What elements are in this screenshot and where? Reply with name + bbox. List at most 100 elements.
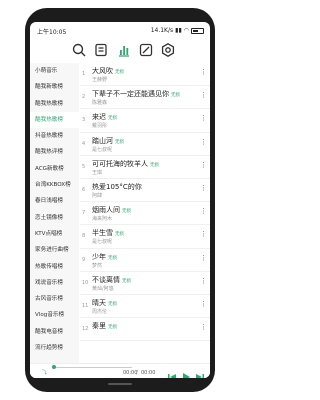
sidebar-item[interactable]: 热歌传唱榜 — [30, 259, 79, 275]
song-title-line: 下辈子不一定还能遇见你 无损 — [92, 89, 180, 99]
song-index: 3 — [82, 117, 86, 124]
song-title-line: 半生雪 无损 — [92, 228, 124, 238]
song-title-line: 可可托海的牧羊人 无损 — [92, 159, 159, 169]
song-title: 下辈子不一定还能遇见你 — [92, 90, 169, 99]
status-time: 上午10:05 — [37, 29, 67, 36]
wifi-icon: ◠ — [183, 26, 189, 34]
more-vertical-icon[interactable]: ⋮ — [200, 138, 207, 146]
song-row[interactable]: 10 不谈离情 无损 黄灿/阿悠 ⋮ — [80, 272, 210, 295]
settings-toggle-icon[interactable] — [138, 42, 154, 58]
sidebar-item[interactable]: 小萌音乐 — [30, 63, 79, 79]
more-vertical-icon[interactable]: ⋮ — [200, 115, 207, 122]
more-vertical-icon[interactable]: ⋮ — [200, 277, 207, 285]
song-title-line: 不谈离情 无损 — [92, 275, 131, 285]
more-vertical-icon[interactable]: ⋮ — [200, 161, 207, 169]
sidebar-item[interactable]: 戏说音乐榜 — [30, 275, 79, 291]
song-index: 10 — [82, 279, 89, 286]
chart-icon[interactable] — [116, 42, 132, 58]
sidebar-item[interactable]: 酷我热歌榜 — [30, 111, 79, 129]
quality-badge: 无损 — [108, 116, 117, 122]
sidebar-item[interactable]: KTV点唱榜 — [30, 226, 79, 242]
sidebar-item[interactable]: 酷我热评榜 — [30, 144, 79, 160]
song-row[interactable]: 4 踏山河 无损 是七叔呢 ⋮ — [80, 133, 210, 156]
song-row[interactable]: 9 少年 无损 梦然 ⋮ — [80, 249, 210, 272]
next-icon[interactable] — [195, 367, 205, 378]
song-title: 可可托海的牧羊人 — [92, 159, 148, 168]
sidebar-item[interactable]: 酷我电音榜 — [30, 324, 79, 340]
mini-player: ⤵ 00:00 / 00:00 — [30, 363, 210, 378]
battery-icon — [191, 27, 204, 34]
sidebar-item[interactable]: 酷我热歌榜 — [30, 96, 79, 112]
quality-badge: 无损 — [150, 162, 159, 168]
song-row[interactable]: 3 来迟 无损 戴羽彤 ⋮ — [80, 109, 210, 133]
more-vertical-icon[interactable]: ⋮ — [200, 324, 207, 331]
more-vertical-icon[interactable]: ⋮ — [200, 300, 207, 308]
sidebar-item[interactable]: ACG新歌榜 — [30, 161, 79, 177]
song-artist: 阿肆 — [92, 192, 103, 199]
search-icon[interactable] — [71, 42, 87, 58]
sidebar-item[interactable]: 流行趋势榜 — [30, 340, 79, 356]
song-row[interactable]: 11 晴天 无损 周杰伦 ⋮ — [80, 295, 210, 319]
song-title-line: 热爱105°C的你 — [92, 182, 144, 192]
sidebar-item[interactable]: 抖音热歌榜 — [30, 128, 79, 144]
song-list: 1 大风吹 无损 王赫野 ⋮ 2 下辈子不一定还能遇见你 无损 陈雅森 ⋮ 3 来迟 无损 戴羽彤 ⋮ 4 踏山… — [80, 63, 210, 363]
home-indicator[interactable] — [108, 383, 132, 385]
previous-icon[interactable] — [167, 367, 177, 378]
song-artist: 梦然 — [92, 262, 103, 269]
song-index: 9 — [82, 256, 86, 263]
song-row[interactable]: 8 半生雪 无损 是七叔呢 ⋮ — [80, 225, 210, 249]
top-toolbar — [30, 39, 210, 61]
song-title: 晴天 — [92, 298, 106, 307]
phone-frame: 上午10:05 14.1K/s ▮▮ ◠ 小萌音乐 酷我新歌榜 酷我热歌榜 酷我… — [25, 8, 215, 392]
sidebar-item[interactable]: 恋土镜像榜 — [30, 210, 79, 226]
more-vertical-icon[interactable]: ⋮ — [200, 69, 207, 76]
progress-track[interactable] — [52, 367, 132, 368]
more-vertical-icon[interactable]: ⋮ — [200, 231, 207, 238]
song-title: 半生雪 — [92, 229, 113, 238]
more-vertical-icon[interactable]: ⋮ — [200, 184, 207, 192]
more-vertical-icon[interactable]: ⋮ — [200, 254, 207, 262]
song-title: 秦里 — [92, 322, 106, 331]
song-index: 2 — [82, 94, 86, 101]
song-title: 踏山河 — [92, 136, 113, 145]
more-vertical-icon[interactable]: ⋮ — [200, 92, 207, 99]
quality-badge: 无损 — [108, 255, 117, 261]
song-row[interactable]: 6 热爱105°C的你 阿肆 ⋮ — [80, 179, 210, 203]
song-row[interactable]: 2 下辈子不一定还能遇见你 无损 陈雅森 ⋮ — [80, 86, 210, 110]
song-title-line: 大风吹 无损 — [92, 66, 124, 76]
song-artist: 海来阿木 — [92, 216, 113, 223]
sidebar-item[interactable]: 古风音乐榜 — [30, 291, 79, 307]
status-right: 14.1K/s ▮▮ ◠ — [151, 27, 204, 34]
sidebar-item[interactable]: 酷我新歌榜 — [30, 79, 79, 95]
song-row[interactable]: 1 大风吹 无损 王赫野 ⋮ — [80, 63, 210, 87]
song-index: 8 — [82, 233, 86, 240]
net-speed: 14.1K/s — [150, 27, 174, 34]
sidebar-item[interactable]: 春日浅唱榜 — [30, 193, 79, 209]
quality-badge: 无损 — [122, 278, 131, 284]
gear-icon[interactable] — [160, 42, 176, 58]
app-screen: 上午10:05 14.1K/s ▮▮ ◠ 小萌音乐 酷我新歌榜 酷我热歌榜 酷我… — [30, 22, 210, 378]
progress-handle[interactable] — [52, 365, 56, 369]
song-index: 4 — [82, 140, 86, 147]
more-vertical-icon[interactable]: ⋮ — [200, 208, 207, 215]
song-index: 6 — [82, 186, 86, 193]
sidebar-item[interactable]: 台湾KKBOX榜 — [30, 177, 79, 193]
song-row[interactable]: 5 可可托海的牧羊人 无损 王琪 ⋮ — [80, 156, 210, 179]
playlist-icon[interactable] — [93, 42, 109, 58]
song-title-line: 来迟 无损 — [92, 112, 117, 122]
sidebar-item[interactable]: 家务进行曲榜 — [30, 242, 79, 258]
song-artist: 戴羽彤 — [92, 123, 108, 130]
song-artist: 是七叔呢 — [92, 239, 113, 246]
play-icon[interactable] — [181, 367, 191, 378]
song-row[interactable]: 12 秦里 无损 ⋮ — [80, 318, 210, 342]
play-mode-icon[interactable]: ⤵ — [42, 369, 47, 376]
song-row[interactable]: 7 烟雨人间 无损 海来阿木 ⋮ — [80, 202, 210, 226]
song-index: 5 — [82, 163, 86, 170]
quality-badge: 无损 — [171, 93, 180, 99]
sidebar-item[interactable]: Vlog音乐榜 — [30, 307, 79, 323]
song-title: 不谈离情 — [92, 275, 120, 284]
song-title-line: 秦里 无损 — [92, 321, 117, 331]
song-artist: 黄灿/阿悠 — [92, 285, 114, 292]
song-index: 1 — [82, 71, 86, 77]
song-artist: 王赫野 — [92, 77, 108, 83]
